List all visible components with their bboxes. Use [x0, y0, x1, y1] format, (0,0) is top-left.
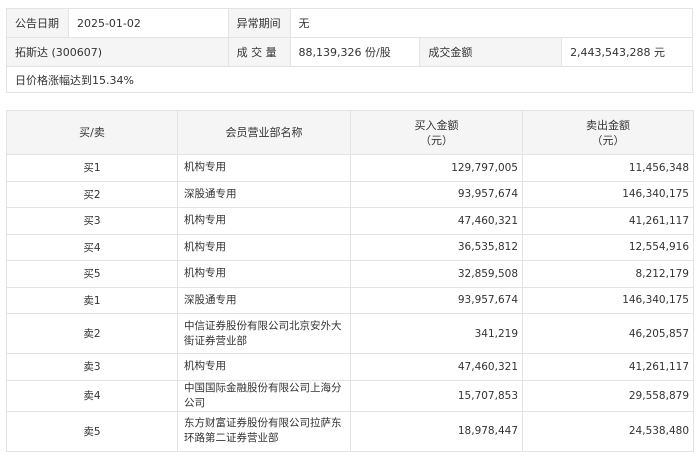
table-row: 买1 机构专用 129,797,005 11,456,348 — [6, 154, 694, 182]
table-row: 买2 深股通专用 93,957,674 146,340,175 — [6, 180, 694, 208]
row-side: 卖3 — [6, 353, 178, 381]
header-sell-amount-line1: 卖出金额 — [586, 118, 630, 132]
header-buy-amount: 买入金额 （元） — [350, 110, 523, 155]
row-broker: 中国国际金融股份有限公司上海分公司 — [177, 379, 351, 412]
amount-label: 成交金额 — [419, 37, 563, 67]
amount-value: 2,443,543,288 元 — [561, 37, 693, 67]
row-buy-amount: 93,957,674 — [350, 180, 523, 208]
row-broker: 机构专用 — [177, 233, 351, 261]
row-buy-amount: 15,707,853 — [350, 379, 523, 412]
row-broker: 深股通专用 — [177, 180, 351, 208]
row-side: 买3 — [6, 207, 178, 235]
table-row: 买4 机构专用 36,535,812 12,554,916 — [6, 233, 694, 261]
table-row: 卖4 中国国际金融股份有限公司上海分公司 15,707,853 29,558,8… — [6, 379, 694, 412]
row-sell-amount: 12,554,916 — [522, 233, 694, 261]
row-buy-amount: 93,957,674 — [350, 286, 523, 314]
abnormal-reason: 日价格涨幅达到15.34% — [6, 66, 693, 93]
header-side: 买/卖 — [6, 110, 178, 155]
info-row-reason: 日价格涨幅达到15.34% — [6, 66, 693, 93]
row-buy-amount: 18,978,447 — [350, 410, 523, 452]
row-broker: 机构专用 — [177, 207, 351, 235]
row-buy-amount: 47,460,321 — [350, 353, 523, 381]
row-sell-amount: 146,340,175 — [522, 180, 694, 208]
abnormal-period-value: 无 — [289, 8, 694, 38]
header-buy-amount-line1: 买入金额 — [414, 118, 459, 132]
header-buy-amount-line2: （元） — [420, 133, 453, 147]
volume-value: 88,139,326 份/股 — [289, 37, 421, 67]
row-side: 卖2 — [6, 313, 178, 354]
row-side: 卖1 — [6, 286, 178, 314]
table-header-row: 买/卖 会员营业部名称 买入金额 （元） 卖出金额 （元） — [6, 110, 694, 155]
row-sell-amount: 8,212,179 — [522, 260, 694, 288]
table-row: 买3 机构专用 47,460,321 41,261,117 — [6, 207, 694, 235]
table-row: 买5 机构专用 32,859,508 8,212,179 — [6, 260, 694, 288]
row-side: 卖4 — [6, 379, 178, 412]
row-side: 买5 — [6, 260, 178, 288]
announce-date-value: 2025-01-02 — [67, 8, 229, 38]
info-row-date: 公告日期 2025-01-02 异常期间 无 — [6, 8, 694, 38]
header-sell-amount: 卖出金额 （元） — [522, 110, 694, 155]
row-side: 买4 — [6, 233, 178, 261]
row-broker: 深股通专用 — [177, 286, 351, 314]
row-broker: 机构专用 — [177, 260, 351, 288]
row-broker: 机构专用 — [177, 353, 351, 381]
row-buy-amount: 32,859,508 — [350, 260, 523, 288]
row-buy-amount: 36,535,812 — [350, 233, 523, 261]
table-row: 卖1 深股通专用 93,957,674 146,340,175 — [6, 286, 694, 314]
table-row: 卖2 中信证券股份有限公司北京安外大街证券营业部 341,219 46,205,… — [6, 313, 694, 354]
announce-date-label: 公告日期 — [6, 8, 69, 38]
row-side: 买2 — [6, 180, 178, 208]
row-sell-amount: 41,261,117 — [522, 353, 694, 381]
table-row: 卖5 东方财富证券股份有限公司拉萨东环路第二证券营业部 18,978,447 2… — [6, 410, 694, 452]
info-row-volume: 拓斯达 (300607) 成 交 量 88,139,326 份/股 成交金额 2… — [6, 37, 693, 67]
row-sell-amount: 11,456,348 — [522, 154, 694, 182]
row-buy-amount: 47,460,321 — [350, 207, 523, 235]
row-broker: 机构专用 — [177, 154, 351, 182]
announcement-info-table: 公告日期 2025-01-02 异常期间 无 拓斯达 (300607) 成 交 … — [6, 8, 694, 93]
row-buy-amount: 341,219 — [350, 313, 523, 354]
header-broker: 会员营业部名称 — [177, 110, 351, 155]
row-sell-amount: 146,340,175 — [522, 286, 694, 314]
header-sell-amount-line2: （元） — [591, 133, 625, 147]
table-row: 卖3 机构专用 47,460,321 41,261,117 — [6, 353, 694, 381]
volume-label: 成 交 量 — [227, 37, 291, 67]
row-sell-amount: 46,205,857 — [522, 313, 694, 354]
abnormal-period-label: 异常期间 — [227, 8, 291, 38]
stock-name: 拓斯达 (300607) — [6, 37, 229, 67]
row-sell-amount: 29,558,879 — [522, 379, 694, 412]
row-side: 买1 — [6, 154, 178, 182]
row-sell-amount: 24,538,480 — [522, 410, 694, 452]
row-sell-amount: 41,261,117 — [522, 207, 694, 235]
row-buy-amount: 129,797,005 — [350, 154, 523, 182]
row-broker: 中信证券股份有限公司北京安外大街证券营业部 — [177, 313, 351, 354]
row-side: 卖5 — [6, 410, 178, 452]
row-broker: 东方财富证券股份有限公司拉萨东环路第二证券营业部 — [177, 410, 351, 452]
broker-trading-table: 买/卖 会员营业部名称 买入金额 （元） 卖出金额 （元） 买1 机构专用 12… — [6, 110, 694, 452]
